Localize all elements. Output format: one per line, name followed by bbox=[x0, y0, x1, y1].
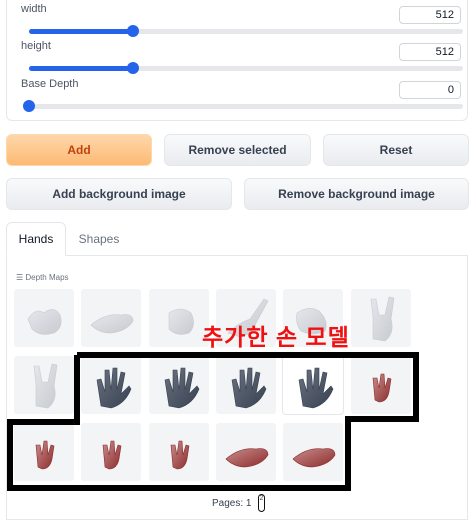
hand-model-image bbox=[96, 367, 132, 409]
depth-maps-label: ☰ Depth Maps bbox=[16, 273, 69, 282]
hand-model-image bbox=[33, 363, 58, 409]
hand-model-image bbox=[90, 314, 134, 334]
width-input[interactable]: 512 bbox=[399, 6, 461, 24]
depth-map-thumbnail[interactable] bbox=[215, 423, 276, 481]
page-next-label: 2 bbox=[259, 495, 264, 502]
width-slider-fill bbox=[29, 29, 134, 34]
hand-model-image bbox=[168, 308, 194, 335]
depth-map-thumbnail[interactable] bbox=[283, 423, 344, 481]
hand-model-image bbox=[102, 440, 122, 470]
annotation-text: 추가한 손 모델 bbox=[202, 324, 350, 350]
width-label: width bbox=[21, 3, 47, 15]
hand-model-image bbox=[27, 309, 62, 335]
width-slider-row: width 512 bbox=[21, 3, 467, 41]
remove-selected-button[interactable]: Remove selected bbox=[164, 134, 311, 166]
hand-model-image bbox=[231, 367, 267, 409]
hand-model-image bbox=[370, 296, 394, 342]
base-depth-input[interactable]: 0 bbox=[399, 81, 461, 99]
width-slider-handle[interactable] bbox=[127, 25, 140, 37]
depth-slider-row: Base Depth 0 bbox=[21, 78, 467, 116]
depth-map-thumbnail[interactable] bbox=[14, 356, 74, 414]
depth-map-thumbnail[interactable] bbox=[14, 289, 74, 347]
pagination: Pages: 1 bbox=[212, 498, 251, 509]
depth-maps-label-text: Depth Maps bbox=[25, 273, 69, 282]
height-slider-fill bbox=[29, 66, 134, 71]
height-slider[interactable] bbox=[29, 62, 463, 74]
base-depth-slider-handle[interactable] bbox=[23, 100, 35, 112]
add-background-image-button[interactable]: Add background image bbox=[6, 178, 232, 210]
depth-map-thumbnail[interactable] bbox=[148, 289, 209, 347]
depth-map-thumbnail[interactable] bbox=[282, 355, 345, 415]
tab-hands[interactable]: Hands bbox=[6, 222, 66, 256]
pages-label: Pages: bbox=[212, 498, 244, 509]
height-slider-row: height 512 bbox=[21, 40, 467, 78]
remove-background-image-button[interactable]: Remove background image bbox=[244, 178, 469, 210]
depth-map-thumbnail[interactable] bbox=[148, 423, 209, 481]
base-depth-slider[interactable] bbox=[23, 100, 463, 112]
depth-map-thumbnail[interactable] bbox=[81, 423, 142, 481]
hand-model-image bbox=[292, 448, 336, 468]
tab-shapes[interactable]: Shapes bbox=[72, 222, 126, 256]
reset-button[interactable]: Reset bbox=[323, 134, 469, 166]
height-input[interactable]: 512 bbox=[399, 43, 461, 61]
hand-model-image bbox=[35, 440, 55, 470]
depth-map-thumbnail[interactable] bbox=[14, 423, 74, 481]
hand-model-image bbox=[170, 440, 189, 470]
hand-model-image bbox=[372, 373, 391, 403]
hand-model-image bbox=[225, 448, 269, 468]
add-button[interactable]: Add bbox=[6, 134, 152, 166]
height-label: height bbox=[21, 40, 51, 52]
page-next-button[interactable]: 2 bbox=[258, 494, 265, 512]
base-depth-label: Base Depth bbox=[21, 78, 79, 90]
hand-model-image bbox=[298, 367, 334, 409]
depth-map-thumbnail[interactable] bbox=[350, 356, 411, 414]
height-slider-handle[interactable] bbox=[127, 62, 140, 74]
model-tabs: Hands Shapes ☰ Depth Maps bbox=[6, 222, 468, 520]
depth-map-thumbnail[interactable] bbox=[81, 289, 142, 347]
hand-model-image bbox=[164, 367, 199, 409]
width-slider[interactable] bbox=[29, 25, 463, 37]
depth-map-thumbnail[interactable] bbox=[148, 356, 209, 414]
settings-panel: width 512 height 512 Base Depth 0 bbox=[6, 0, 468, 121]
depth-map-thumbnail[interactable] bbox=[81, 356, 142, 414]
depth-map-thumbnail[interactable] bbox=[350, 289, 411, 347]
page-current[interactable]: 1 bbox=[246, 498, 252, 509]
depth-map-thumbnail[interactable] bbox=[215, 356, 276, 414]
